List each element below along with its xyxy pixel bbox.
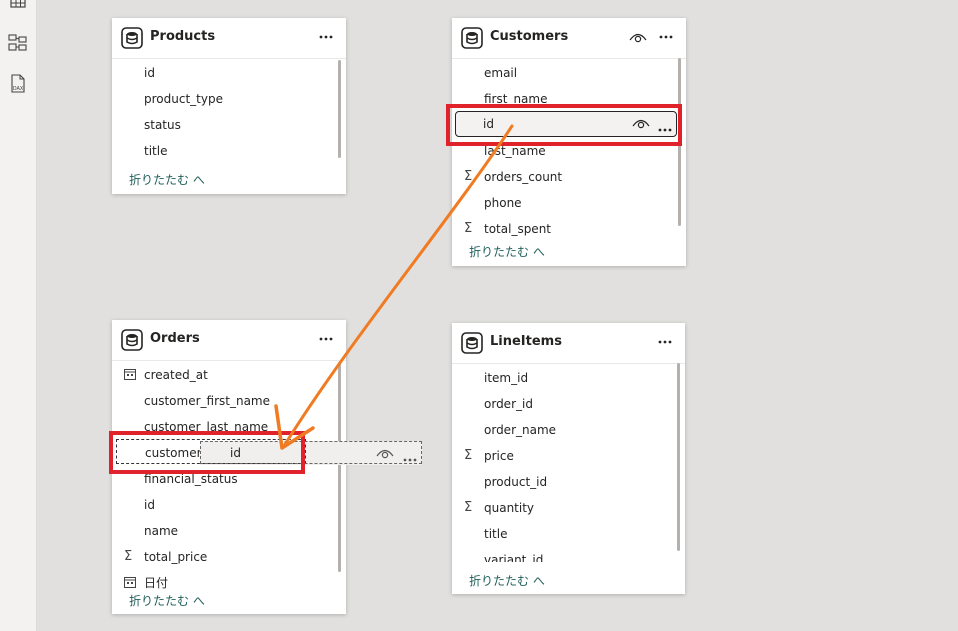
drag-arrow-annotation [274, 124, 514, 450]
drag-arrow-shaft [282, 124, 514, 448]
